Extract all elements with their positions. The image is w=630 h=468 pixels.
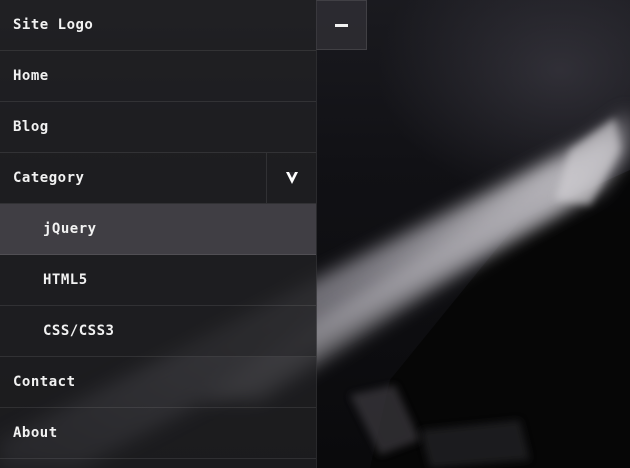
menu-item-category[interactable]: Category bbox=[0, 153, 316, 204]
menu-item-home[interactable]: Home bbox=[0, 51, 316, 102]
menu-item-label: Home bbox=[13, 68, 49, 84]
menu-item-blog[interactable]: Blog bbox=[0, 102, 316, 153]
minus-icon bbox=[335, 23, 348, 27]
menu-item-contact[interactable]: Contact bbox=[0, 357, 316, 408]
submenu-item-jquery[interactable]: jQuery bbox=[0, 204, 316, 255]
submenu-item-label: HTML5 bbox=[43, 272, 88, 288]
menu-item-label: Contact bbox=[13, 374, 76, 390]
menu-item-about[interactable]: About bbox=[0, 408, 316, 459]
menu-item-label: Blog bbox=[13, 119, 49, 135]
submenu-item-label: CSS/CSS3 bbox=[43, 323, 115, 339]
site-logo[interactable]: Site Logo bbox=[0, 0, 316, 51]
page-canvas: Site Logo Home Blog Category jQuery HTML… bbox=[0, 0, 630, 468]
site-logo-text: Site Logo bbox=[13, 17, 94, 33]
side-navigation: Site Logo Home Blog Category jQuery HTML… bbox=[0, 0, 317, 468]
chevron-down-icon bbox=[285, 172, 298, 184]
submenu-item-label: jQuery bbox=[43, 221, 97, 237]
submenu-item-html5[interactable]: HTML5 bbox=[0, 255, 316, 306]
submenu-toggle-button[interactable] bbox=[266, 153, 316, 203]
menu-collapse-button[interactable] bbox=[316, 0, 367, 50]
submenu-item-css[interactable]: CSS/CSS3 bbox=[0, 306, 316, 357]
menu-item-label: Category bbox=[13, 170, 85, 186]
menu-item-label: About bbox=[13, 425, 58, 441]
